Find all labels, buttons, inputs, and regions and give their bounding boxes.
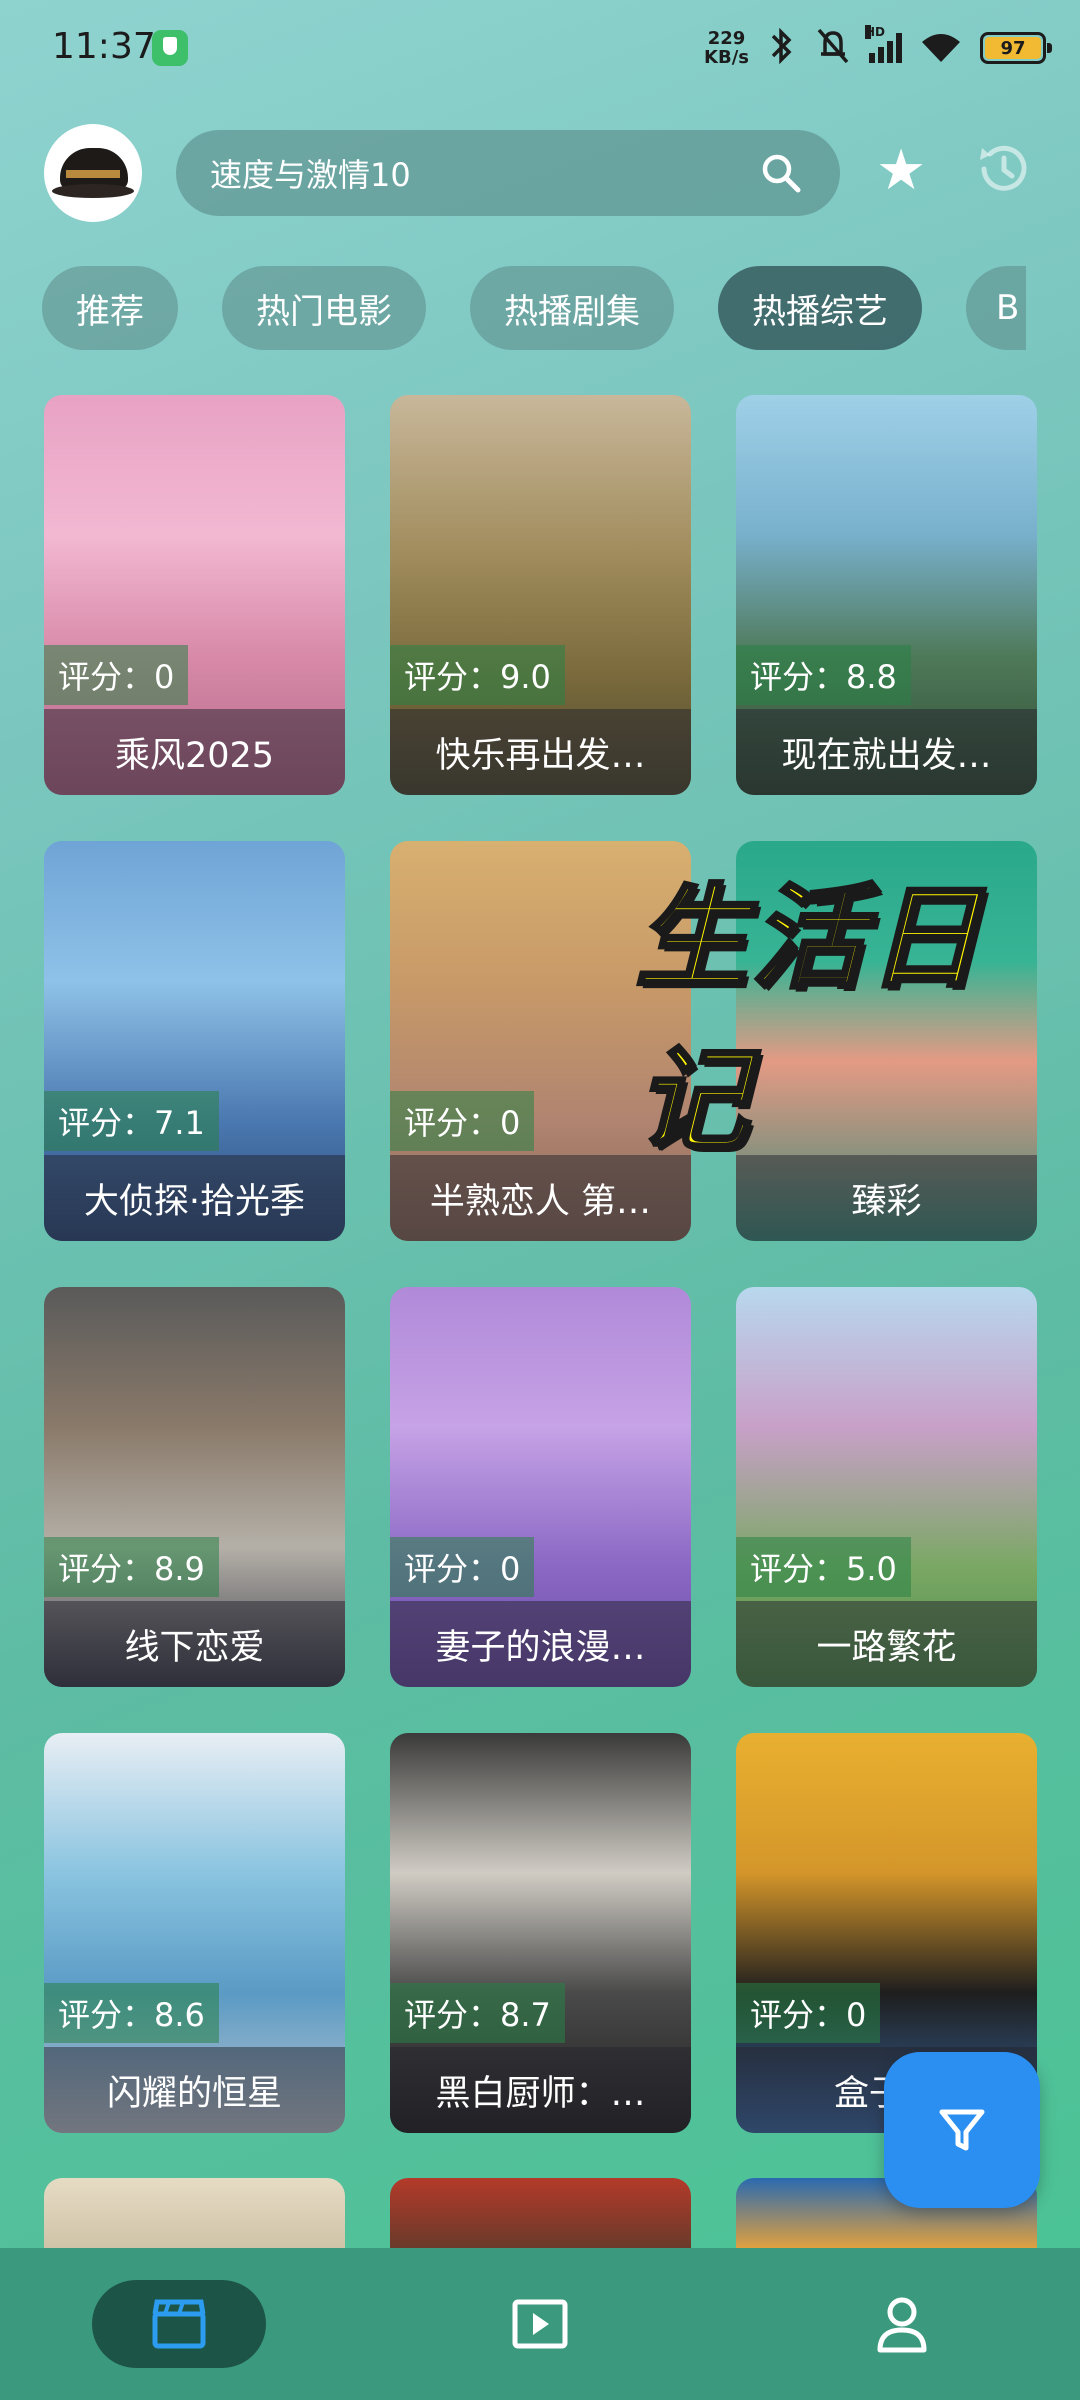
network-speed-value: 229: [707, 28, 746, 49]
nav-profile[interactable]: [815, 2280, 989, 2368]
history-icon[interactable]: [972, 138, 1034, 200]
show-title: 闪耀的恒星: [44, 2047, 345, 2133]
score-badge: 评分：0: [390, 1091, 535, 1151]
score-badge: 评分：9.0: [390, 645, 565, 705]
score-badge: 评分：0: [44, 645, 189, 705]
score-badge: 评分：8.9: [44, 1537, 219, 1597]
score-badge: 评分：8.6: [44, 1983, 219, 2043]
tab-hot-variety[interactable]: 热播综艺: [718, 266, 922, 350]
show-card[interactable]: 评分：8.8 现在就出发…: [736, 395, 1037, 795]
status-bar: 11:37 229 KB/s HD 97: [0, 0, 1080, 100]
person-icon: [877, 2297, 927, 2353]
show-card[interactable]: 评分：8.6 闪耀的恒星: [44, 1733, 345, 2133]
shield-icon: [152, 30, 188, 66]
show-card[interactable]: [44, 2178, 345, 2248]
tab-hot-series[interactable]: 热播剧集: [470, 266, 674, 350]
show-grid: 评分：0 乘风2025 评分：9.0 快乐再出发… 评分：8.8 现在就出发… …: [44, 395, 1037, 2133]
filter-button[interactable]: [884, 2052, 1040, 2208]
show-title: 乘风2025: [44, 709, 345, 795]
tab-more[interactable]: B: [966, 266, 1026, 350]
show-card[interactable]: 评分：9.0 快乐再出发…: [390, 395, 691, 795]
network-speed: 229 KB/s: [704, 29, 749, 67]
show-title: 妻子的浪漫…: [390, 1601, 691, 1687]
show-card[interactable]: 评分：8.7 黑白厨师：…: [390, 1733, 691, 2133]
network-type-label: HD: [865, 25, 886, 39]
play-box-icon: [512, 2299, 568, 2349]
show-card[interactable]: 评分：0 乘风2025: [44, 395, 345, 795]
overlay-caption: 生活日记: [634, 872, 984, 1168]
score-badge: 评分：8.8: [736, 645, 911, 705]
score-badge: 评分：7.1: [44, 1091, 219, 1151]
category-tabs: 推荐 热门电影 热播剧集 热播综艺 B: [42, 266, 1026, 350]
nav-player[interactable]: [453, 2280, 627, 2368]
show-card[interactable]: 评分：7.1 大侦探·拾光季: [44, 841, 345, 1241]
status-time: 11:37: [52, 26, 156, 67]
show-title: 现在就出发…: [736, 709, 1037, 795]
show-card[interactable]: [390, 2178, 691, 2248]
tab-recommend[interactable]: 推荐: [42, 266, 178, 350]
show-title: 线下恋爱: [44, 1601, 345, 1687]
show-card[interactable]: 评分：8.9 线下恋爱: [44, 1287, 345, 1687]
score-badge: 评分：0: [390, 1537, 535, 1597]
show-title: 大侦探·拾光季: [44, 1155, 345, 1241]
show-card[interactable]: 评分：5.0 一路繁花: [736, 1287, 1037, 1687]
search-input[interactable]: [210, 154, 750, 192]
clapperboard-icon: [152, 2299, 206, 2349]
score-badge: 评分：8.7: [390, 1983, 565, 2043]
battery-icon: 97: [980, 32, 1052, 64]
show-title: 一路繁花: [736, 1601, 1037, 1687]
bluetooth-icon: [767, 26, 797, 70]
search-bar[interactable]: [176, 130, 840, 216]
search-icon[interactable]: [760, 152, 802, 194]
cellular-signal-icon: HD: [865, 25, 902, 63]
show-title: 快乐再出发…: [390, 709, 691, 795]
star-icon[interactable]: ★: [876, 136, 926, 206]
status-icons: 229 KB/s HD 97: [704, 22, 1052, 74]
network-speed-unit: KB/s: [704, 47, 749, 68]
show-title: 黑白厨师：…: [390, 2047, 691, 2133]
show-card[interactable]: 评分：0 妻子的浪漫…: [390, 1287, 691, 1687]
tab-hot-movies[interactable]: 热门电影: [222, 266, 426, 350]
avatar[interactable]: [44, 124, 142, 222]
nav-home[interactable]: [92, 2280, 266, 2368]
score-badge: 评分：0: [736, 1983, 881, 2043]
battery-level: 97: [1000, 37, 1026, 59]
filter-icon: [939, 2109, 985, 2151]
wifi-icon: [920, 32, 962, 64]
bottom-navigation: [0, 2248, 1080, 2400]
score-badge: 评分：5.0: [736, 1537, 911, 1597]
mute-icon: [815, 26, 851, 70]
